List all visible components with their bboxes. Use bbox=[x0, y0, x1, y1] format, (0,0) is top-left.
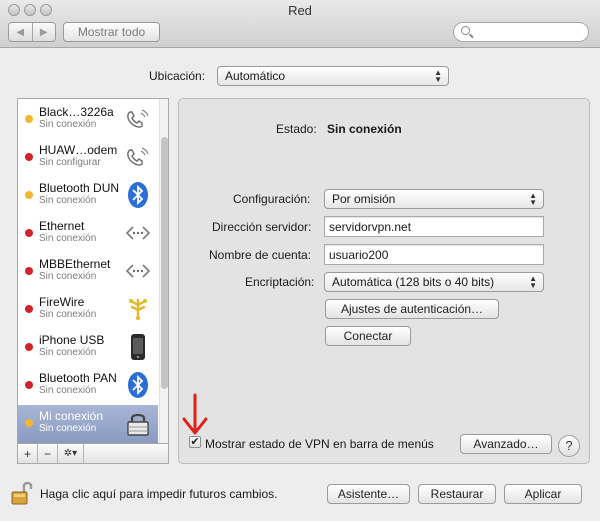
vpn-lock-icon bbox=[127, 413, 149, 436]
service-list-actions: + − ✲▾ bbox=[17, 444, 169, 464]
remove-service-button[interactable]: − bbox=[38, 444, 58, 463]
show-vpn-status-checkbox[interactable]: ✔ bbox=[189, 436, 201, 448]
encryption-popup[interactable]: Automática (128 bits o 40 bits) ▲ ▼ bbox=[324, 272, 544, 292]
title-bar: Red ◀ ▶ Mostrar todo bbox=[0, 0, 600, 48]
status-dot bbox=[25, 191, 33, 199]
ethernet-icon bbox=[125, 264, 151, 278]
service-item-bluetooth-dun[interactable]: Bluetooth DUN Sin conexión bbox=[18, 177, 158, 215]
status-dot bbox=[25, 419, 33, 427]
status-value: Sin conexión bbox=[327, 122, 402, 136]
service-item-bluetooth-pan[interactable]: Bluetooth PAN Sin conexión bbox=[18, 367, 158, 405]
window-title: Red bbox=[288, 3, 312, 18]
account-name-field[interactable]: usuario200 bbox=[324, 244, 544, 265]
gear-icon[interactable]: ✲▾ bbox=[58, 444, 84, 463]
service-list-scrollbar[interactable] bbox=[159, 99, 168, 443]
service-status: Sin conexión bbox=[39, 309, 97, 320]
server-address-label: Dirección servidor: bbox=[212, 220, 312, 234]
service-item-mi-conexion[interactable]: Mi conexión Sin conexión bbox=[18, 405, 158, 443]
service-name: iPhone USB bbox=[39, 333, 105, 347]
phone-modem-icon bbox=[127, 109, 149, 128]
service-list[interactable]: Black…3226a Sin conexión HUAW…odem Sin c… bbox=[17, 98, 169, 444]
service-name: MBBEthernet bbox=[39, 257, 111, 271]
account-name-label: Nombre de cuenta: bbox=[209, 248, 312, 262]
server-address-field[interactable]: servidorvpn.net bbox=[324, 216, 544, 237]
firewire-icon bbox=[129, 298, 147, 321]
status-dot bbox=[25, 343, 33, 351]
service-status: Sin conexión bbox=[39, 347, 97, 358]
popup-arrows-icon: ▲ ▼ bbox=[529, 274, 537, 290]
popup-arrows-icon: ▲ ▼ bbox=[434, 68, 442, 84]
service-name: HUAW…odem bbox=[39, 143, 118, 157]
iphone-icon bbox=[131, 334, 145, 360]
network-preferences-window: Red ◀ ▶ Mostrar todo Ubicación: Automáti… bbox=[0, 0, 600, 521]
back-arrow-icon[interactable]: ◀ bbox=[9, 23, 32, 41]
service-status: Sin conexión bbox=[39, 271, 97, 282]
service-name: Ethernet bbox=[39, 219, 85, 233]
status-dot bbox=[25, 153, 33, 161]
encryption-value: Automática (128 bits o 40 bits) bbox=[332, 275, 495, 289]
bluetooth-icon bbox=[128, 372, 148, 398]
lock-hint-text: Haga clic aquí para impedir futuros camb… bbox=[40, 487, 278, 501]
authentication-settings-button[interactable]: Ajustes de autenticación… bbox=[325, 299, 499, 319]
advanced-button[interactable]: Avanzado… bbox=[460, 434, 552, 454]
configuration-label: Configuración: bbox=[233, 192, 311, 206]
service-item-huawei-modem[interactable]: HUAW…odem Sin configurar bbox=[18, 139, 158, 177]
service-item-mbbethernet[interactable]: MBBEthernet Sin conexión bbox=[18, 253, 158, 291]
service-status: Sin configurar bbox=[39, 157, 101, 168]
service-status: Sin conexión bbox=[39, 385, 97, 396]
scrollbar-thumb[interactable] bbox=[161, 137, 168, 389]
location-value: Automático bbox=[225, 69, 286, 83]
show-all-button[interactable]: Mostrar todo bbox=[63, 22, 160, 42]
connect-button[interactable]: Conectar bbox=[325, 326, 411, 346]
service-status: Sin conexión bbox=[39, 423, 97, 434]
popup-arrows-icon: ▲ ▼ bbox=[529, 191, 537, 207]
service-name: Mi conexión bbox=[39, 409, 104, 423]
annotation-arrow-icon bbox=[182, 393, 208, 435]
location-popup[interactable]: Automático ▲ ▼ bbox=[217, 66, 449, 86]
service-status: Sin conexión bbox=[39, 233, 97, 244]
status-label: Estado: bbox=[276, 122, 317, 136]
status-dot bbox=[25, 305, 33, 313]
bluetooth-icon bbox=[128, 182, 148, 208]
help-button[interactable]: ? bbox=[558, 435, 580, 457]
status-dot bbox=[25, 229, 33, 237]
phone-modem-icon bbox=[127, 147, 149, 166]
back-forward-control: ◀ ▶ bbox=[8, 22, 56, 42]
lock-icon[interactable] bbox=[10, 480, 34, 506]
service-item-firewire[interactable]: FireWire Sin conexión bbox=[18, 291, 158, 329]
forward-arrow-icon[interactable]: ▶ bbox=[31, 23, 56, 41]
service-name: Bluetooth DUN bbox=[39, 181, 120, 195]
configuration-popup[interactable]: Por omisión ▲ ▼ bbox=[324, 189, 544, 209]
service-name: Black…3226a bbox=[39, 105, 114, 119]
restore-button[interactable]: Restaurar bbox=[418, 484, 496, 504]
assistant-button[interactable]: Asistente… bbox=[327, 484, 410, 504]
service-name: FireWire bbox=[39, 295, 85, 309]
service-status: Sin conexión bbox=[39, 119, 97, 130]
service-item-ethernet[interactable]: Ethernet Sin conexión bbox=[18, 215, 158, 253]
search-icon bbox=[461, 26, 470, 35]
ethernet-icon bbox=[125, 226, 151, 240]
add-service-button[interactable]: + bbox=[18, 444, 38, 463]
service-name: Bluetooth PAN bbox=[39, 371, 117, 385]
service-item-blackberry[interactable]: Black…3226a Sin conexión bbox=[18, 101, 158, 139]
apply-button[interactable]: Aplicar bbox=[504, 484, 582, 504]
search-input[interactable] bbox=[453, 22, 589, 42]
service-item-iphone-usb[interactable]: iPhone USB Sin conexión bbox=[18, 329, 158, 367]
show-vpn-status-label: Mostrar estado de VPN en barra de menús bbox=[205, 437, 434, 451]
service-status: Sin conexión bbox=[39, 195, 97, 206]
configuration-value: Por omisión bbox=[332, 192, 396, 206]
status-dot bbox=[25, 381, 33, 389]
status-dot bbox=[25, 267, 33, 275]
status-dot bbox=[25, 115, 33, 123]
location-label: Ubicación: bbox=[149, 69, 206, 83]
encryption-label: Encriptación: bbox=[245, 275, 315, 289]
